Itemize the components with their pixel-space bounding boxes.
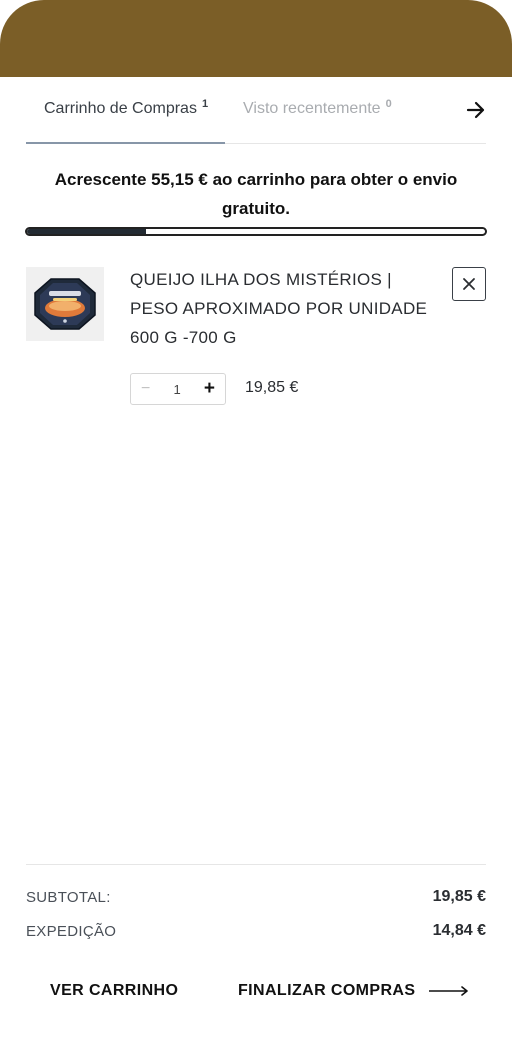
checkout-button[interactable]: FINALIZAR COMPRAS <box>238 982 469 1000</box>
remove-item-button[interactable] <box>452 267 486 301</box>
quantity-value[interactable]: 1 <box>174 382 181 397</box>
checkout-button-label: FINALIZAR COMPRAS <box>238 982 416 999</box>
tab-recently-viewed[interactable]: Visto recentemente 0 <box>243 98 392 118</box>
subtotal-value: 19,85 € <box>432 888 486 905</box>
cart-tabs: Carrinho de Compras 1 Visto recentemente… <box>26 77 486 144</box>
shipping-cost-value: 14,84 € <box>432 922 486 939</box>
view-cart-button[interactable]: VER CARRINHO <box>50 982 178 1000</box>
product-title[interactable]: QUEIJO ILHA DOS MISTÉRIOS | PESO APROXIM… <box>130 265 430 352</box>
long-arrow-right-icon <box>429 986 469 996</box>
footer-divider <box>26 864 486 865</box>
tab-shopping-cart-count: 1 <box>201 98 209 110</box>
decrease-quantity-button[interactable]: − <box>141 380 150 398</box>
product-thumbnail[interactable] <box>26 267 104 341</box>
header-band <box>0 0 512 77</box>
free-shipping-progress-fill <box>27 229 147 234</box>
free-shipping-message: Acrescente 55,15 € ao carrinho para obte… <box>54 170 458 218</box>
close-icon <box>463 278 475 290</box>
arrow-right-icon[interactable] <box>466 99 486 121</box>
quantity-stepper: − 1 + <box>130 373 226 405</box>
product-price: 19,85 € <box>245 379 299 396</box>
tab-shopping-cart[interactable]: Carrinho de Compras 1 <box>44 98 209 118</box>
tab-recently-viewed-count: 0 <box>385 98 392 110</box>
tab-shopping-cart-label: Carrinho de Compras <box>44 100 197 117</box>
subtotal-label: SUBTOTAL: <box>26 889 111 906</box>
tab-recently-viewed-label: Visto recentemente <box>243 100 381 117</box>
increase-quantity-button[interactable]: + <box>204 378 215 400</box>
active-tab-indicator <box>26 142 225 144</box>
cheese-package-image <box>34 278 96 330</box>
shipping-cost-label: EXPEDIÇÃO <box>26 923 117 940</box>
free-shipping-progress <box>25 227 487 236</box>
